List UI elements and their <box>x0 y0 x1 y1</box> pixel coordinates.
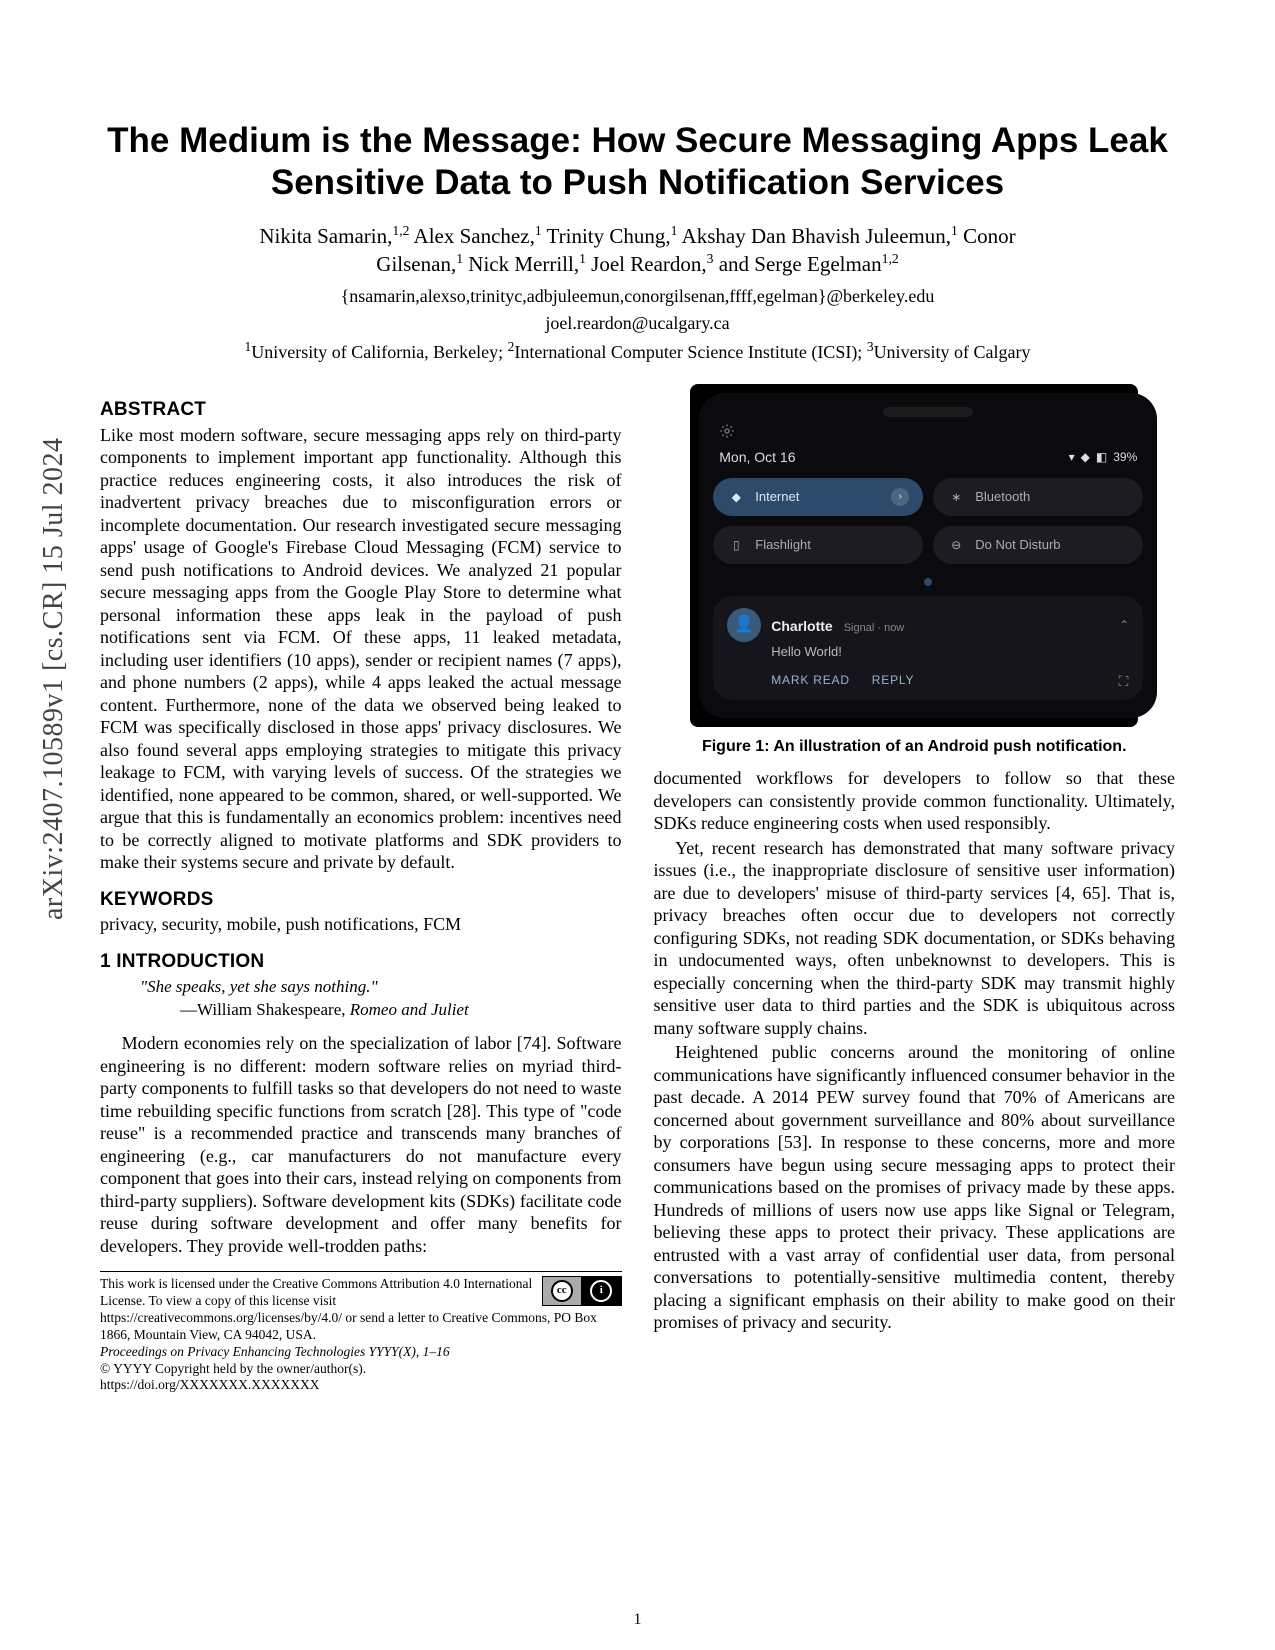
cc-icon: cc <box>551 1280 573 1302</box>
author-name: Trinity Chung, <box>547 224 671 248</box>
author-name: Akshay Dan Bhavish Juleemun, <box>682 224 951 248</box>
notification-mark-read-button[interactable]: MARK READ <box>771 673 850 691</box>
author-affil-sup: 3 <box>707 251 714 266</box>
qs-tile-internet[interactable]: ◆ Internet › <box>713 478 923 516</box>
qs-tile-bluetooth[interactable]: ∗ Bluetooth <box>933 478 1143 516</box>
figure-1: Mon, Oct 16 ▾ ◆ ◧ 39% ◆ Internet › <box>654 384 1176 757</box>
author-affil-sup: 1 <box>456 251 463 266</box>
authors-block: Nikita Samarin,1,2 Alex Sanchez,1 Trinit… <box>100 222 1175 279</box>
author-affil-sup: 1,2 <box>392 223 409 238</box>
author-name: Joel Reardon, <box>591 252 706 276</box>
wifi-icon: ◆ <box>727 488 745 506</box>
author-name: Nick Merrill, <box>468 252 579 276</box>
epigram-attrib-title: Romeo and Juliet <box>350 1000 469 1019</box>
epigram-attrib: —William Shakespeare, Romeo and Juliet <box>180 999 622 1020</box>
epigram-quote: "She speaks, yet she says nothing." <box>140 976 622 997</box>
bluetooth-icon: ∗ <box>947 488 965 506</box>
gear-icon <box>719 423 735 439</box>
dnd-icon: ⊖ <box>947 536 965 554</box>
phone-illustration: Mon, Oct 16 ▾ ◆ ◧ 39% ◆ Internet › <box>690 384 1138 727</box>
phone-date: Mon, Oct 16 <box>719 449 795 467</box>
author-affil-sup: 1 <box>579 251 586 266</box>
author-name: Nikita Samarin, <box>259 224 392 248</box>
qs-tile-dnd[interactable]: ⊖ Do Not Disturb <box>933 526 1143 564</box>
battery-icon: ◧ <box>1096 450 1107 465</box>
author-name: and Serge Egelman <box>719 252 882 276</box>
author-emails: {nsamarin,alexso,trinityc,adbjuleemun,co… <box>100 285 1175 308</box>
figure-caption: Figure 1: An illustration of an Android … <box>654 737 1176 757</box>
body-paragraph: Heightened public concerns around the mo… <box>654 1041 1176 1334</box>
body-paragraph: documented workflows for developers to f… <box>654 767 1176 835</box>
qs-tile-flashlight[interactable]: ▯ Flashlight <box>713 526 923 564</box>
proceedings-line: Proceedings on Privacy Enhancing Technol… <box>100 1344 450 1359</box>
qs-label: Internet <box>755 489 799 505</box>
author-affil-sup: 1 <box>951 223 958 238</box>
abstract-text: Like most modern software, secure messag… <box>100 424 622 874</box>
page-number: 1 <box>634 1610 642 1630</box>
author-affil-sup: 1 <box>671 223 678 238</box>
pager-dot-icon <box>924 578 932 586</box>
flashlight-icon: ▯ <box>727 536 745 554</box>
notification-sender: Charlotte <box>771 618 832 634</box>
body-paragraph: Yet, recent research has demonstrated th… <box>654 837 1176 1040</box>
wifi-icon: ◆ <box>1081 450 1090 465</box>
epigram-attrib-pre: —William Shakespeare, <box>180 1000 350 1019</box>
affil-sup: 3 <box>867 339 874 354</box>
copyright-line: © YYYY Copyright held by the owner/autho… <box>100 1361 366 1376</box>
license-text: This work is licensed under the Creative… <box>100 1276 597 1342</box>
section-heading-keywords: KEYWORDS <box>100 888 622 912</box>
affil-text: University of California, Berkeley; <box>251 342 507 362</box>
affiliations: 1University of California, Berkeley; 2In… <box>100 339 1175 364</box>
by-icon: i <box>590 1280 612 1302</box>
phone-notch-icon <box>883 407 973 417</box>
author-name: Conor <box>963 224 1016 248</box>
author-name: Alex Sanchez, <box>414 224 535 248</box>
doi-line: https://doi.org/XXXXXXX.XXXXXXX <box>100 1377 320 1392</box>
affil-text: International Computer Science Institute… <box>514 342 866 362</box>
intro-paragraph: Modern economies rely on the specializat… <box>100 1032 622 1257</box>
license-block: cc i This work is licensed under the Cre… <box>100 1271 622 1394</box>
chevron-right-icon: › <box>891 488 909 506</box>
arxiv-stamp: arXiv:2407.10589v1 [cs.CR] 15 Jul 2024 <box>36 437 71 920</box>
expand-icon[interactable]: ⛶ <box>1119 673 1130 691</box>
notification-card[interactable]: 👤 Charlotte Signal · now ⌃ Hello World! … <box>713 596 1143 700</box>
section-heading-intro: 1 INTRODUCTION <box>100 950 622 974</box>
keywords-text: privacy, security, mobile, push notifica… <box>100 913 622 936</box>
battery-percent: 39% <box>1113 450 1137 465</box>
qs-label: Do Not Disturb <box>975 537 1060 553</box>
signal-icon: ▾ <box>1069 450 1075 465</box>
author-affil-sup: 1 <box>535 223 542 238</box>
notification-body: Hello World! <box>771 644 1129 660</box>
notification-reply-button[interactable]: REPLY <box>872 673 914 691</box>
author-emails: joel.reardon@ucalgary.ca <box>100 312 1175 335</box>
cc-by-badge-icon: cc i <box>542 1276 622 1306</box>
paper-title: The Medium is the Message: How Secure Me… <box>100 120 1175 204</box>
affil-text: University of Calgary <box>874 342 1031 362</box>
qs-label: Bluetooth <box>975 489 1030 505</box>
author-affil-sup: 1,2 <box>882 251 899 266</box>
author-name: Gilsenan, <box>376 252 456 276</box>
chevron-up-icon[interactable]: ⌃ <box>1119 618 1129 633</box>
qs-label: Flashlight <box>755 537 811 553</box>
avatar: 👤 <box>727 608 761 642</box>
section-heading-abstract: ABSTRACT <box>100 398 622 422</box>
notification-source: Signal · now <box>844 622 905 634</box>
